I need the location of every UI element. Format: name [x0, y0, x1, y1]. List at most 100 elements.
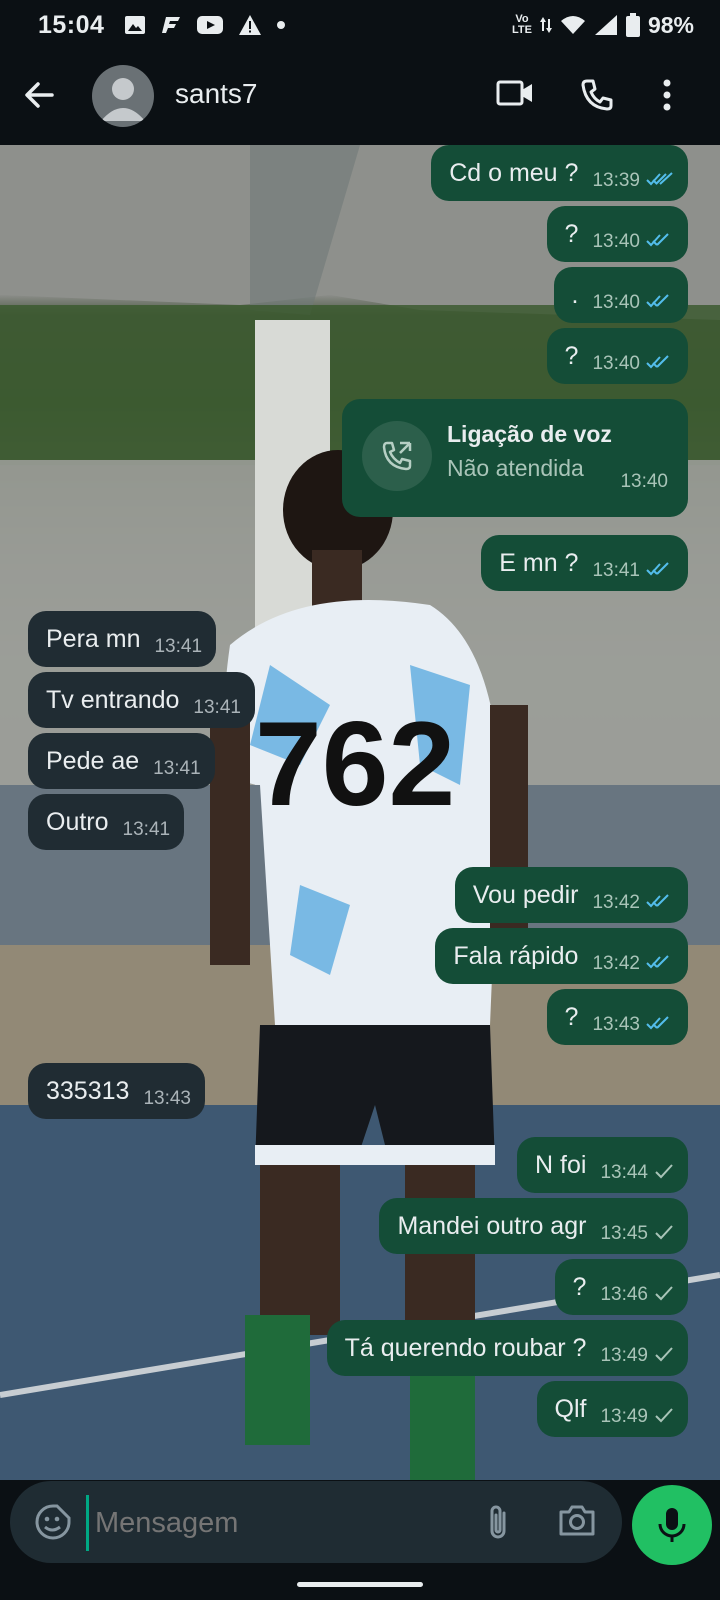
message-bubble[interactable]: Outro 13:41: [28, 794, 185, 850]
call-time: 13:40: [620, 471, 668, 492]
more-options-icon[interactable]: [662, 78, 672, 112]
status-right: Vo LTE 98%: [512, 12, 694, 39]
message-bubble[interactable]: Tá querendo roubar ? 13:49: [326, 1320, 688, 1376]
message-text: Pera mn: [46, 625, 141, 653]
read-double-check-icon: [646, 294, 669, 308]
dot-icon: [277, 21, 286, 29]
read-double-check-icon: [646, 894, 669, 908]
signal-icon: [594, 15, 617, 35]
sent-check-icon: [655, 1408, 673, 1423]
message-text: ?: [564, 342, 579, 370]
message-text: Tá querendo roubar ?: [344, 1334, 587, 1362]
sent-check-icon: [655, 1225, 673, 1240]
message-bubble[interactable]: E mn ? 13:41: [481, 535, 688, 591]
message-text: ?: [564, 220, 579, 248]
message-bubble[interactable]: Pede ae 13:41: [28, 733, 215, 789]
message-time: 13:40: [592, 206, 674, 270]
attachment-paperclip-icon[interactable]: [486, 1503, 510, 1543]
video-call-icon[interactable]: [496, 78, 534, 108]
message-bubble[interactable]: ? 13:46: [554, 1259, 688, 1315]
status-bar: 15:04 Vo LTE 98%: [0, 0, 720, 50]
message-bubble[interactable]: ? 13:43: [546, 989, 688, 1045]
message-text: E mn ?: [499, 549, 579, 577]
message-bubble[interactable]: 335313 13:43: [28, 1063, 205, 1119]
message-time-text: 13:45: [600, 1223, 648, 1244]
sent-check-icon: [655, 1347, 673, 1362]
message-time-text: 13:42: [592, 953, 640, 974]
message-time: 13:41: [592, 535, 674, 599]
read-double-check-icon: [646, 1016, 669, 1030]
battery-percent: 98%: [647, 11, 694, 38]
missed-voice-call-card[interactable]: Ligação de voz Não atendida 13:40: [342, 399, 688, 517]
message-bubble[interactable]: Qlf 13:49: [536, 1381, 688, 1437]
message-bubble[interactable]: Cd o meu ? 13:39: [431, 145, 688, 201]
read-double-check-icon: [646, 355, 669, 369]
message-time: 13:41: [154, 636, 203, 657]
voice-call-icon[interactable]: [580, 78, 614, 112]
message-time: 13:45: [600, 1198, 674, 1262]
message-time: 13:41: [193, 697, 241, 718]
message-time: 13:49: [600, 1320, 674, 1384]
system-nav-bar: [0, 1568, 720, 1600]
message-time: 13:46: [600, 1259, 674, 1323]
message-time-text: 13:40: [592, 353, 640, 374]
message-time: 13:39: [592, 145, 674, 209]
read-double-check-icon: [646, 562, 669, 576]
message-time-text: 13:39: [592, 170, 640, 191]
composer-bar: [10, 1481, 622, 1563]
message-bubble[interactable]: Tv entrando 13:41: [28, 672, 255, 728]
message-bubble[interactable]: N foi 13:44: [517, 1137, 688, 1193]
message-time: 13:42: [592, 867, 674, 931]
read-double-check-icon: [646, 172, 673, 186]
home-gesture-handle[interactable]: [297, 1582, 423, 1587]
gallery-icon: [125, 16, 146, 34]
message-input[interactable]: [86, 1495, 477, 1551]
message-text: Tv entrando: [46, 686, 180, 714]
message-text: Vou pedir: [472, 881, 579, 909]
svg-text:762: 762: [255, 697, 455, 831]
message-bubble[interactable]: ? 13:40: [546, 328, 688, 384]
message-time-text: 13:46: [600, 1284, 648, 1305]
sticker-emoji-icon[interactable]: [34, 1503, 72, 1541]
message-time: 13:43: [592, 989, 674, 1053]
message-time-text: 13:40: [592, 292, 640, 313]
message-time: 13:40: [592, 267, 674, 331]
battery-icon: [625, 13, 640, 37]
message-bubble[interactable]: Mandei outro agr 13:45: [379, 1198, 688, 1254]
message-text: ?: [564, 1003, 579, 1031]
data-arrows-icon: [539, 17, 552, 33]
message-time-text: 13:49: [600, 1345, 648, 1366]
message-time: 13:43: [143, 1088, 191, 1109]
sent-check-icon: [655, 1286, 673, 1301]
volte-indicator: Vo LTE: [512, 14, 532, 36]
read-double-check-icon: [646, 233, 669, 247]
message-time-text: 13:44: [600, 1162, 648, 1183]
contact-avatar[interactable]: [92, 65, 154, 127]
camera-icon[interactable]: [558, 1503, 596, 1537]
message-time: 13:40: [592, 328, 674, 392]
chat-header: sants7: [0, 50, 720, 145]
app-f-icon: [162, 17, 181, 33]
back-arrow-icon[interactable]: [22, 78, 56, 112]
message-time: 13:42: [592, 928, 674, 992]
message-bubble[interactable]: Pera mn 13:41: [28, 611, 217, 667]
message-bubble[interactable]: . 13:40: [553, 267, 688, 323]
message-time-text: 13:42: [592, 892, 640, 913]
volte-bottom: LTE: [511, 24, 532, 36]
call-icon-wrap: [362, 421, 432, 491]
chat-area[interactable]: 762 Cd o meu ? 13:39 ? 13:40 . 13:40 ? 13:40…: [0, 145, 720, 1480]
notification-icons: [124, 14, 286, 36]
message-text: Qlf: [554, 1395, 587, 1423]
message-text: N foi: [535, 1151, 587, 1179]
message-text: Cd o meu ?: [449, 159, 579, 187]
message-bubble[interactable]: Fala rápido 13:42: [435, 928, 688, 984]
message-bubble[interactable]: ? 13:40: [546, 206, 688, 262]
message-time-text: 13:49: [600, 1406, 648, 1427]
message-text: Outro: [46, 808, 109, 836]
message-text: 335313: [46, 1077, 130, 1105]
contact-name[interactable]: sants7: [175, 78, 258, 110]
default-avatar-icon: [101, 78, 145, 121]
voice-message-button[interactable]: [632, 1485, 712, 1565]
call-status: Não atendida: [447, 455, 584, 481]
message-bubble[interactable]: Vou pedir 13:42: [454, 867, 688, 923]
